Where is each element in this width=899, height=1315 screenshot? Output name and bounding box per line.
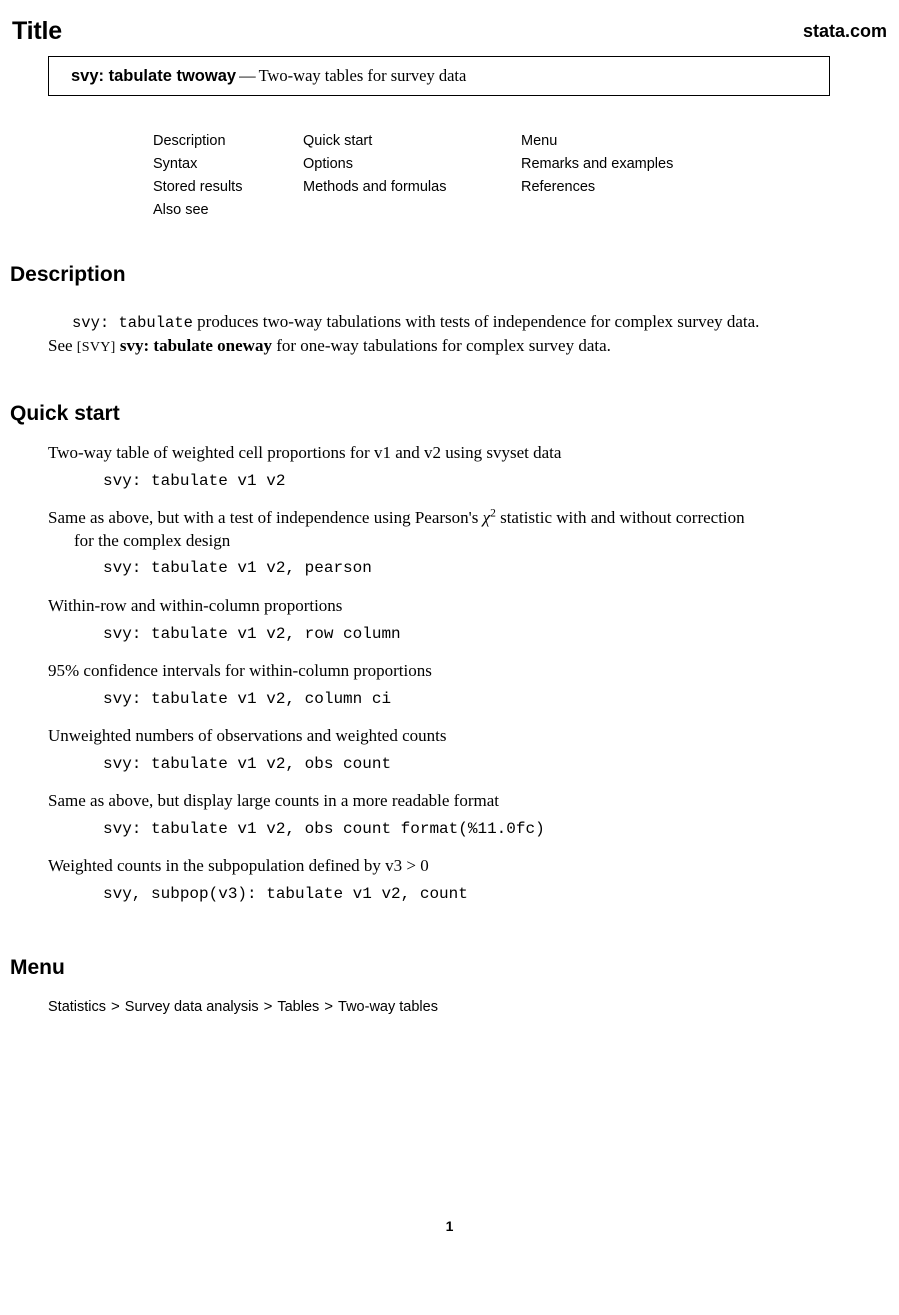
breadcrumb-item-survey-data-analysis[interactable]: Survey data analysis — [125, 999, 259, 1015]
quick-start-code: svy: tabulate v1 v2 — [103, 471, 286, 490]
description-see-prefix: See — [48, 335, 77, 355]
title-dash: — — [239, 66, 256, 85]
nav-link-options[interactable]: Options — [303, 153, 446, 176]
quick-start-description: Weighted counts in the subpopulation def… — [48, 856, 429, 875]
nav-link-syntax[interactable]: Syntax — [153, 153, 242, 176]
quick-start-code: svy: tabulate v1 v2, obs count format(%1… — [103, 819, 545, 838]
nav-link-stored-results[interactable]: Stored results — [153, 176, 242, 199]
quick-start-code: svy: tabulate v1 v2, row column — [103, 624, 401, 643]
quick-start-description: Unweighted numbers of observations and w… — [48, 726, 447, 745]
quick-start-description: Same as above, but display large counts … — [48, 791, 499, 810]
description-paragraph: svy: tabulate produces two-way tabulatio… — [48, 311, 878, 359]
heading-menu: Menu — [10, 956, 65, 979]
quick-start-text-before-chi: Same as above, but with a test of indepe… — [48, 508, 483, 527]
breadcrumb-separator-icon: > — [324, 998, 334, 1015]
description-command-inline: svy: tabulate — [72, 314, 193, 332]
nav-link-description[interactable]: Description — [153, 130, 242, 153]
quick-start-text-after-chi: statistic with and without correction — [495, 508, 745, 527]
nav-column-2: Quick start Options Methods and formulas — [303, 130, 446, 199]
quick-start-item: Two-way table of weighted cell proportio… — [48, 442, 878, 492]
command-description: Two-way tables for survey data — [258, 66, 467, 85]
document-page: Title stata.com svy: tabulate twoway — Two… — [0, 0, 899, 1315]
quick-start-item: Same as above, but with a test of indepe… — [48, 507, 878, 579]
heading-quick-start: Quick start — [10, 402, 120, 425]
breadcrumb-item-statistics[interactable]: Statistics — [48, 999, 106, 1015]
breadcrumb-separator-icon: > — [111, 998, 120, 1015]
description-line1-text: produces two-way tabulations with tests … — [192, 312, 760, 331]
nav-column-3: Menu Remarks and examples References — [521, 130, 673, 199]
menu-breadcrumb: Statistics > Survey data analysis > Tables > T… — [48, 997, 438, 1017]
quick-start-item: 95% confidence intervals for within-colu… — [48, 660, 878, 710]
manual-reference-tag: [SVY] — [76, 339, 116, 355]
nav-link-quick-start[interactable]: Quick start — [303, 130, 446, 153]
nav-link-menu[interactable]: Menu — [521, 130, 673, 153]
quick-start-item: Weighted counts in the subpopulation def… — [48, 855, 878, 905]
document-kind-label: Title — [12, 17, 62, 45]
page-number: 1 — [445, 1218, 454, 1234]
quick-start-description: Within-row and within-column proportions — [48, 596, 343, 615]
quick-start-code: svy: tabulate v1 v2, obs count — [103, 754, 392, 773]
quick-start-description: Two-way table of weighted cell proportio… — [48, 443, 562, 462]
nav-column-1: Description Syntax Stored results Also s… — [153, 130, 242, 222]
page-header: Title stata.com — [12, 16, 887, 50]
breadcrumb-item-tables[interactable]: Tables — [277, 999, 319, 1015]
quick-start-item: Same as above, but display large counts … — [48, 790, 878, 840]
quick-start-code: svy, subpop(v3): tabulate v1 v2, count — [103, 884, 468, 903]
nav-link-references[interactable]: References — [521, 176, 673, 199]
title-box: svy: tabulate twoway — Two-way tables for … — [48, 56, 830, 96]
command-name: svy: tabulate twoway — [71, 67, 237, 85]
breadcrumb-item-two-way-tables[interactable]: Two-way tables — [338, 999, 438, 1015]
cross-reference-link[interactable]: svy: tabulate oneway — [116, 336, 272, 355]
quick-start-item: Within-row and within-column proportions… — [48, 595, 878, 645]
quick-start-item: Unweighted numbers of observations and w… — [48, 725, 878, 775]
nav-link-also-see[interactable]: Also see — [153, 199, 242, 222]
quick-start-code: svy: tabulate v1 v2, column ci — [103, 689, 392, 708]
title-box-content: svy: tabulate twoway — Two-way tables for … — [71, 66, 466, 86]
quick-start-text-continued: for the complex design — [74, 530, 231, 550]
nav-link-methods-and-formulas[interactable]: Methods and formulas — [303, 176, 446, 199]
breadcrumb-separator-icon: > — [263, 998, 273, 1015]
quick-start-description: 95% confidence intervals for within-colu… — [48, 661, 432, 680]
nav-link-remarks-and-examples[interactable]: Remarks and examples — [521, 153, 673, 176]
heading-description: Description — [10, 263, 126, 286]
section-nav-links: Description Syntax Stored results Also s… — [0, 130, 899, 222]
stata-com-link[interactable]: stata.com — [803, 20, 887, 42]
quick-start-description: Same as above, but with a test of indepe… — [48, 507, 878, 552]
quick-start-code: svy: tabulate v1 v2, pearson — [103, 559, 372, 577]
description-line2-text: for one-way tabulations for complex surv… — [271, 335, 611, 355]
chi-symbol: χ — [482, 508, 491, 527]
